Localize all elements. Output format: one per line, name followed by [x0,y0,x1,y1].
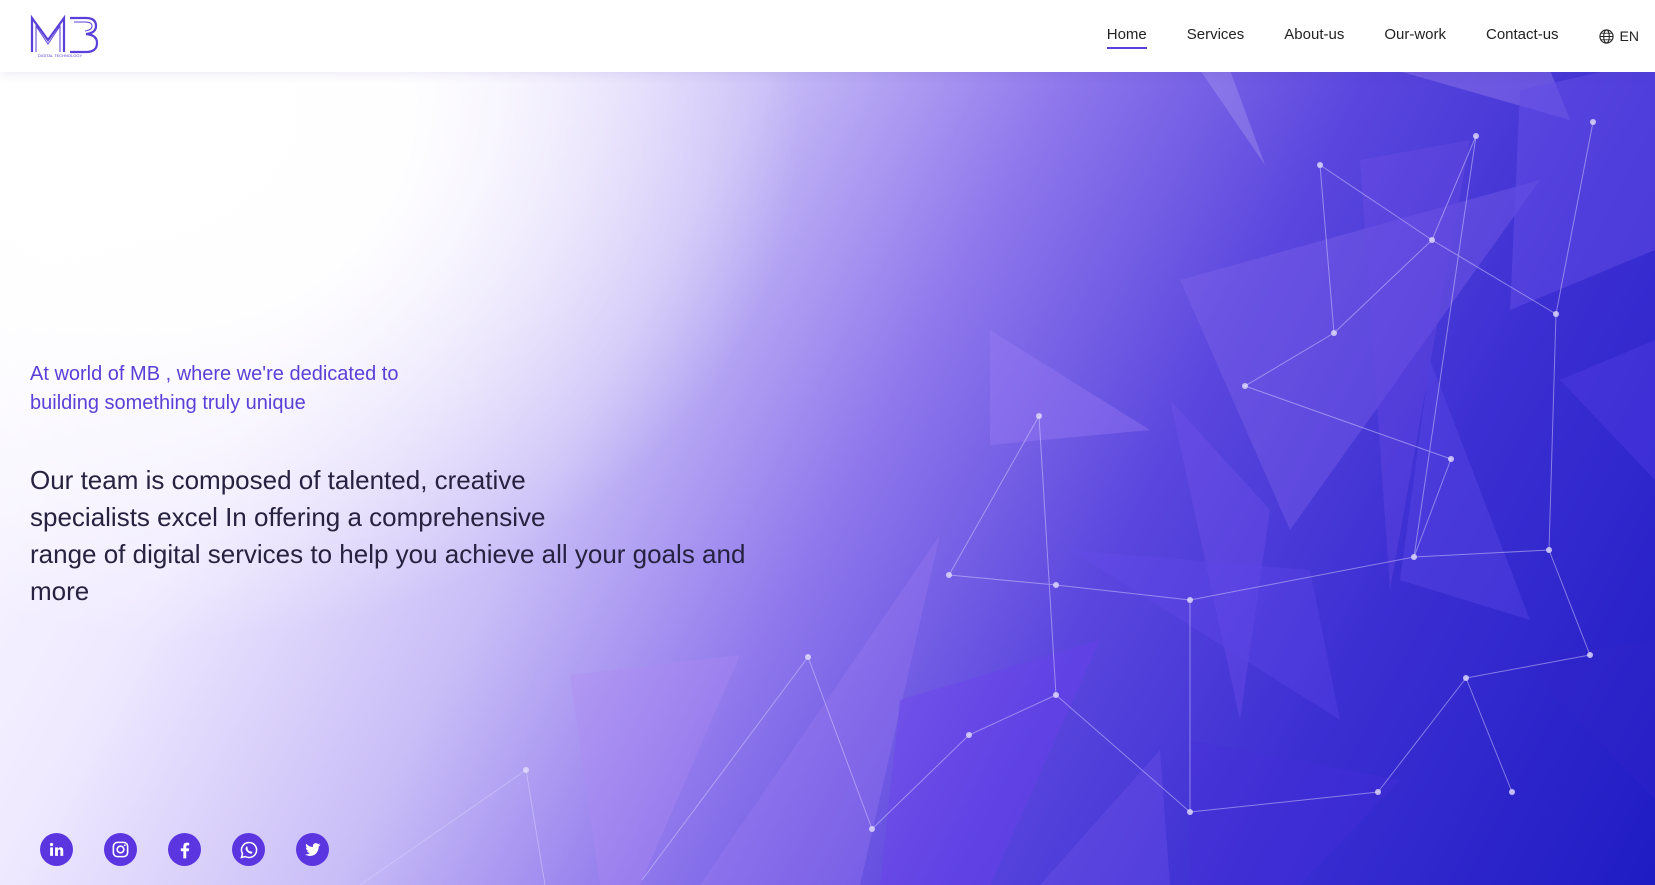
language-switcher[interactable]: EN [1598,28,1639,44]
whatsapp-link[interactable] [232,833,265,866]
page: DIGITAL TECHNOLOGY Home Services About-u… [0,0,1655,885]
whatsapp-icon [239,841,257,859]
instagram-link[interactable] [104,833,137,866]
nav-services[interactable]: Services [1187,26,1245,47]
instagram-icon [112,841,129,858]
brand-logo[interactable]: DIGITAL TECHNOLOGY [30,14,100,58]
lead-line-1: Our team is composed of talented, creati… [30,465,526,495]
nav-about-us[interactable]: About-us [1284,26,1344,47]
hero-lead-text: Our team is composed of talented, creati… [30,462,810,610]
linkedin-icon [49,842,64,856]
tagline-line-2: building something truly unique [30,392,306,414]
hero-background [0,0,1655,885]
lead-line-3: range of digital services to help you ac… [30,539,746,606]
logo-subtext: DIGITAL TECHNOLOGY [38,53,82,58]
linkedin-link[interactable] [40,833,73,866]
lead-line-2: specialists excel In offering a comprehe… [30,502,546,532]
polygon-network-graphic [359,60,1655,885]
twitter-link[interactable] [296,833,329,866]
tagline-line-1: At world of MB , where we're dedicated t… [30,363,399,385]
social-links [40,833,360,866]
hero-tagline: At world of MB , where we're dedicated t… [30,360,450,418]
site-header: DIGITAL TECHNOLOGY Home Services About-u… [0,0,1655,72]
nav-home[interactable]: Home [1106,26,1147,49]
nav-our-work[interactable]: Our-work [1384,26,1446,47]
nav-contact-us[interactable]: Contact-us [1486,26,1559,47]
twitter-icon [304,843,321,856]
facebook-icon [180,842,189,858]
facebook-link[interactable] [168,833,201,866]
globe-icon [1598,28,1614,44]
mb-logo-icon: DIGITAL TECHNOLOGY [30,14,99,58]
language-label: EN [1619,28,1639,44]
main-nav: Home Services About-us Our-work Contact-… [1106,0,1655,72]
